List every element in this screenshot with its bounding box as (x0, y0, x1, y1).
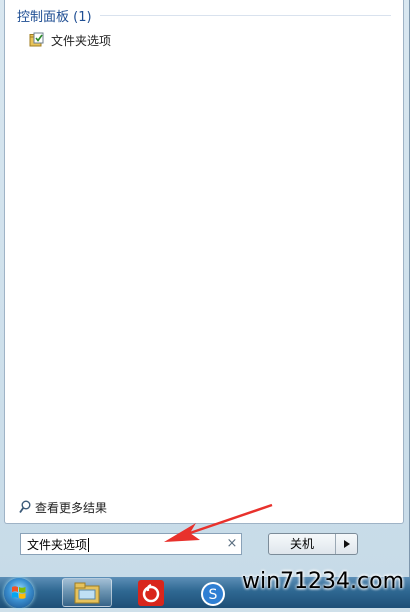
start-menu: 控制面板 (1) 文件夹选项 查看更多结果 文件夹选项 × 关机 (0, 0, 410, 577)
see-more-results-link[interactable]: 查看更多结果 (19, 498, 107, 516)
netease-music-icon (138, 579, 164, 606)
shutdown-button[interactable]: 关机 (269, 534, 336, 554)
sogou-icon: S (201, 581, 225, 606)
folder-icon (74, 582, 100, 603)
watermark: win71234.com (241, 569, 404, 594)
result-label: 文件夹选项 (51, 33, 112, 48)
search-icon (19, 500, 31, 514)
see-more-label: 查看更多结果 (35, 500, 108, 515)
folder-options-icon (29, 32, 45, 48)
text-caret (88, 538, 90, 552)
start-button[interactable] (4, 578, 34, 608)
chevron-right-icon (343, 540, 350, 548)
svg-text:S: S (209, 587, 218, 603)
section-title: 控制面板 (1) (17, 9, 92, 25)
section-header-control-panel[interactable]: 控制面板 (1) (17, 6, 391, 25)
windows-logo-icon (12, 586, 26, 599)
search-results-panel: 控制面板 (1) 文件夹选项 查看更多结果 (4, 0, 404, 524)
taskbar-item-sogou[interactable]: S (188, 578, 238, 607)
search-input[interactable]: 文件夹选项 × (20, 533, 242, 555)
taskbar-item-explorer[interactable] (62, 578, 112, 607)
clear-search-icon[interactable]: × (223, 534, 241, 554)
search-input-value[interactable]: 文件夹选项 (21, 536, 223, 553)
section-divider (99, 14, 391, 16)
taskbar-item-netease-music[interactable] (126, 578, 176, 607)
result-item-folder-options[interactable]: 文件夹选项 (29, 30, 111, 50)
shutdown-button-group[interactable]: 关机 (268, 533, 358, 555)
shutdown-options-button[interactable] (336, 534, 357, 554)
